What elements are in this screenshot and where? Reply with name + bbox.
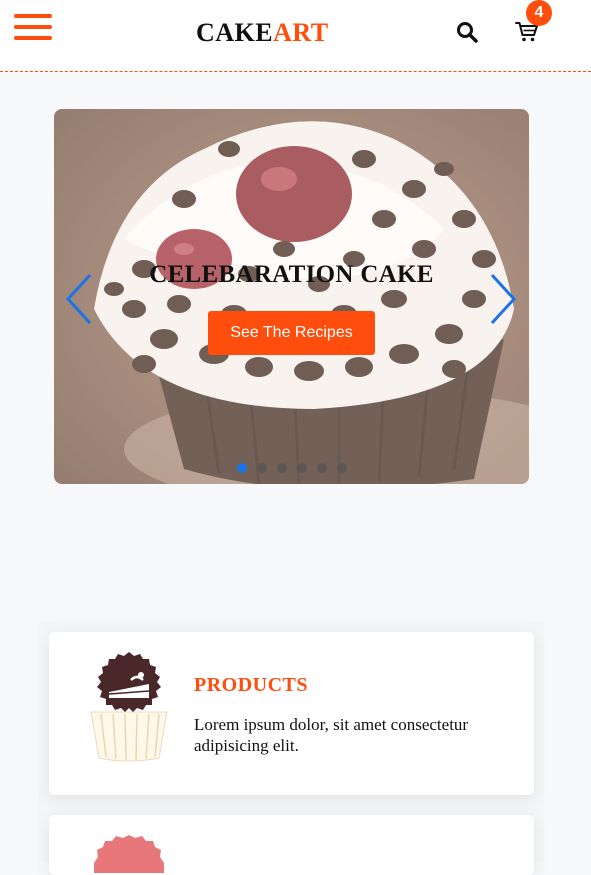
logo-text-cake: CAKE	[196, 18, 274, 47]
carousel-indicators	[237, 463, 357, 475]
menu-icon[interactable]	[14, 14, 52, 42]
chevron-right-icon[interactable]	[486, 271, 520, 327]
features-section: PRODUCTS Lorem ipsum dolor, sit amet con…	[38, 622, 544, 875]
feature-card-products: PRODUCTS Lorem ipsum dolor, sit amet con…	[49, 632, 534, 795]
feature-title: PRODUCTS	[194, 674, 309, 696]
slide-title: CELEBARATION CAKE	[149, 261, 434, 288]
logo-text-art: ART	[273, 18, 329, 47]
site-logo[interactable]: CAKEART	[196, 18, 329, 48]
feature-card-next	[49, 815, 534, 875]
carousel-dot[interactable]	[337, 463, 347, 473]
site-header: CAKEART 4	[0, 0, 591, 72]
search-icon[interactable]	[456, 21, 478, 43]
feature-description: Lorem ipsum dolor, sit amet consectetur …	[194, 715, 469, 755]
cupcake-badge-icon	[94, 835, 164, 873]
slide-overlay	[54, 109, 529, 484]
carousel-dot[interactable]	[237, 463, 247, 473]
carousel-dot[interactable]	[277, 463, 287, 473]
chevron-left-icon[interactable]	[62, 271, 96, 327]
carousel-dot[interactable]	[317, 463, 327, 473]
see-recipes-button[interactable]: See The Recipes	[208, 311, 375, 355]
carousel-dot[interactable]	[257, 463, 267, 473]
carousel-dot[interactable]	[297, 463, 307, 473]
cake-slice-icon	[90, 652, 168, 762]
cart-count-badge: 4	[526, 0, 552, 26]
hero-carousel: CELEBARATION CAKE See The Recipes	[54, 109, 529, 484]
